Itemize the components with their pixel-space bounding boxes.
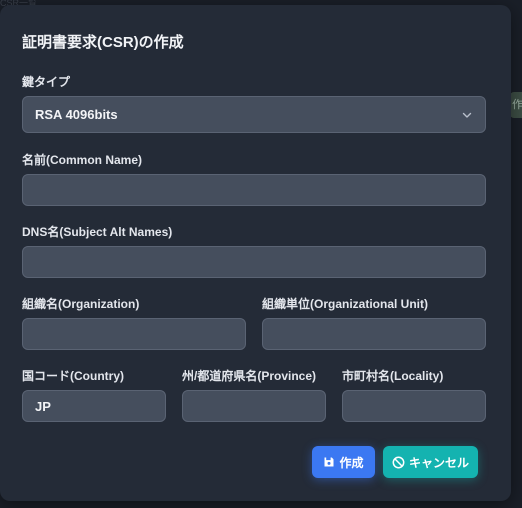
ban-icon bbox=[392, 456, 405, 469]
cancel-button-label: キャンセル bbox=[408, 455, 469, 470]
organizational-unit-input[interactable] bbox=[262, 318, 486, 350]
key-type-select[interactable]: RSA 4096bits bbox=[22, 96, 486, 133]
background-create-button: 作 bbox=[510, 92, 522, 118]
chevron-down-icon bbox=[461, 109, 473, 121]
dialog-title: 証明書要求(CSR)の作成 bbox=[22, 34, 184, 51]
organizational-unit-label: 組織単位(Organizational Unit) bbox=[262, 297, 428, 311]
common-name-input[interactable] bbox=[22, 174, 486, 206]
organization-input[interactable] bbox=[22, 318, 246, 350]
key-type-value: RSA 4096bits bbox=[35, 107, 118, 122]
create-button-label: 作成 bbox=[339, 455, 364, 470]
locality-label: 市町村名(Locality) bbox=[342, 369, 444, 383]
floppy-disk-icon bbox=[323, 456, 335, 468]
dns-names-label: DNS名(Subject Alt Names) bbox=[22, 225, 173, 239]
csr-create-dialog: 証明書要求(CSR)の作成 鍵タイプ RSA 4096bits 名前(Commo… bbox=[0, 5, 511, 501]
locality-input[interactable] bbox=[342, 390, 486, 422]
key-type-label: 鍵タイプ bbox=[22, 75, 71, 89]
province-input[interactable] bbox=[182, 390, 326, 422]
cancel-button[interactable]: キャンセル bbox=[383, 446, 478, 478]
dns-names-input[interactable] bbox=[22, 246, 486, 278]
organization-label: 組織名(Organization) bbox=[22, 297, 140, 311]
common-name-label: 名前(Common Name) bbox=[22, 153, 143, 167]
country-input[interactable] bbox=[22, 390, 166, 422]
province-label: 州/都道府県名(Province) bbox=[182, 369, 317, 383]
create-button[interactable]: 作成 bbox=[312, 446, 375, 478]
country-label: 国コード(Country) bbox=[22, 369, 124, 383]
